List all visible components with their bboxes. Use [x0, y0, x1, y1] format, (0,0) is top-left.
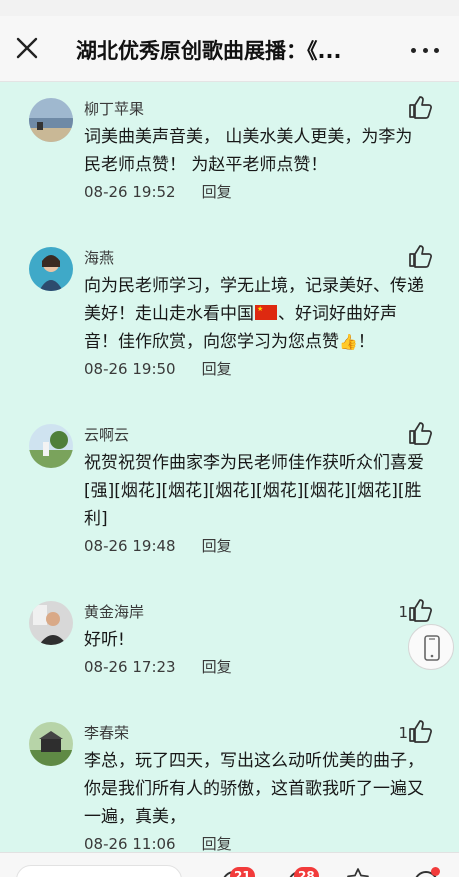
floating-phone-button[interactable]: [408, 624, 454, 670]
reply-button[interactable]: 回复: [202, 360, 232, 378]
comment-author[interactable]: 黄金海岸: [84, 601, 429, 623]
thumbs-up-icon: [409, 245, 432, 268]
like-button[interactable]: [408, 416, 433, 446]
avatar[interactable]: [29, 247, 73, 291]
comment-meta: 08-26 11:06 回复: [84, 831, 429, 852]
like-button[interactable]: 1: [398, 593, 433, 623]
comment-date: 08-26 19:52: [84, 183, 176, 201]
comment-item: 柳丁苹果 词美曲美声音美， 山美水美人更美，为李为民老师点赞！ 为赵平老师点赞！…: [0, 96, 459, 205]
comment-author[interactable]: 云啊云: [84, 424, 429, 446]
comment-date: 08-26 11:06: [84, 835, 176, 852]
notification-dot: [431, 867, 440, 876]
comment-text: 向为民老师学习，学无止境，记录美好、传递美好！走山走水看中国、好词好曲好声音！佳…: [84, 272, 429, 356]
phone-icon: [424, 635, 440, 661]
thumbs-up-emoji-icon: 👍: [339, 333, 358, 351]
avatar[interactable]: [29, 98, 73, 142]
thumbs-up-icon: [409, 96, 432, 119]
comment-author[interactable]: 柳丁苹果: [84, 98, 429, 120]
close-button[interactable]: [10, 31, 44, 65]
comment-text: 词美曲美声音美， 山美水美人更美，为李为民老师点赞！ 为赵平老师点赞！: [84, 127, 413, 175]
comment-date: 08-26 19:48: [84, 537, 176, 555]
comment-author[interactable]: 李春荣: [84, 722, 429, 744]
more-dot-icon: [422, 48, 428, 53]
reply-button[interactable]: 回复: [202, 835, 232, 852]
comment-text: 李总，玩了四天，写出这么动听优美的曲子，你是我们所有人的骄傲，这首歌我听了一遍又…: [84, 751, 424, 827]
comment-input[interactable]: [16, 865, 182, 877]
comment-date: 08-26 19:50: [84, 360, 176, 378]
reply-button[interactable]: 回复: [202, 537, 232, 555]
comment-list[interactable]: 柳丁苹果 词美曲美声音美， 山美水美人更美，为李为民老师点赞！ 为赵平老师点赞！…: [0, 82, 459, 852]
thumbs-up-icon: [409, 599, 432, 622]
star-icon[interactable]: [346, 867, 370, 877]
comment-text: 好听!: [84, 630, 125, 650]
reply-button[interactable]: 回复: [202, 183, 232, 201]
avatar[interactable]: [29, 601, 73, 645]
like-count-badge: 28: [294, 867, 319, 877]
comment-text-part: ！: [357, 332, 375, 352]
reply-button[interactable]: 回复: [202, 658, 232, 676]
comment-meta: 08-26 17:23 回复: [84, 654, 429, 680]
page-title: 湖北优秀原创歌曲展播：《...: [76, 39, 342, 63]
comment-item: 1 李春荣 李总，玩了四天，写出这么动听优美的曲子，你是我们所有人的骄傲，这首歌…: [0, 720, 459, 852]
avatar[interactable]: [29, 722, 73, 766]
status-bar: [0, 0, 459, 16]
like-button[interactable]: 1: [398, 714, 433, 744]
comment-date: 08-26 17:23: [84, 658, 176, 676]
thumbs-up-icon: [409, 422, 432, 445]
like-button[interactable]: [408, 90, 433, 120]
close-icon: [16, 37, 38, 59]
comment-count-badge: 21: [230, 867, 255, 877]
comment-meta: 08-26 19:48 回复: [84, 533, 429, 559]
thumbs-up-icon: [409, 720, 432, 743]
more-dot-icon: [434, 48, 439, 53]
comment-meta: 08-26 19:52 回复: [84, 179, 429, 205]
comment-text: 祝贺祝贺作曲家李为民老师佳作获听众们喜爱[强][烟花][烟花][烟花][烟花][…: [84, 453, 424, 529]
bottom-action-bar: 21 28: [0, 852, 459, 877]
china-flag-icon: [255, 304, 277, 320]
comment-item: 云啊云 祝贺祝贺作曲家李为民老师佳作获听众们喜爱[强][烟花][烟花][烟花][…: [0, 422, 459, 559]
top-nav-bar: 湖北优秀原创歌曲展播：《...: [0, 16, 459, 82]
more-options-button[interactable]: [411, 48, 439, 54]
comment-meta: 08-26 19:50 回复: [84, 356, 429, 382]
like-button[interactable]: [408, 239, 433, 269]
comment-item: 1 黄金海岸 好听! 08-26 17:23 回复: [0, 599, 459, 680]
comment-author[interactable]: 海燕: [84, 247, 429, 269]
avatar[interactable]: [29, 424, 73, 468]
comment-item: 海燕 向为民老师学习，学无止境，记录美好、传递美好！走山走水看中国、好词好曲好声…: [0, 245, 459, 382]
more-dot-icon: [411, 48, 416, 53]
